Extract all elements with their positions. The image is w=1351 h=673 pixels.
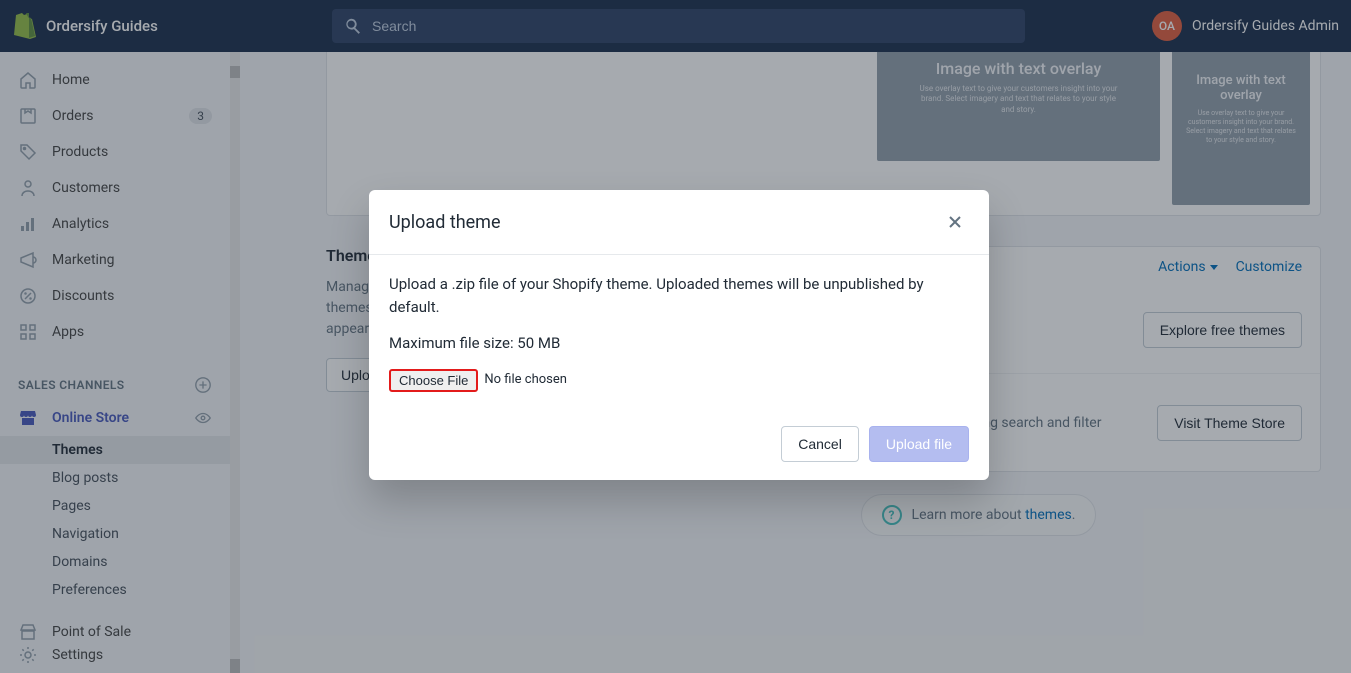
modal-body-1: Upload a .zip file of your Shopify theme… <box>389 273 969 318</box>
upload-theme-modal: Upload theme Upload a .zip file of your … <box>369 190 989 480</box>
modal-body-2: Maximum file size: 50 MB <box>389 332 969 355</box>
modal-header: Upload theme <box>369 190 989 255</box>
modal-body: Upload a .zip file of your Shopify theme… <box>369 255 989 412</box>
cancel-button[interactable]: Cancel <box>781 426 859 462</box>
close-icon[interactable] <box>941 208 969 236</box>
choose-file-button[interactable]: Choose File <box>389 369 478 392</box>
modal-footer: Cancel Upload file <box>369 412 989 480</box>
upload-file-button[interactable]: Upload file <box>869 426 969 462</box>
modal-title: Upload theme <box>389 212 501 233</box>
file-input-row: Choose File No file chosen <box>389 369 969 392</box>
file-status: No file chosen <box>484 370 567 390</box>
